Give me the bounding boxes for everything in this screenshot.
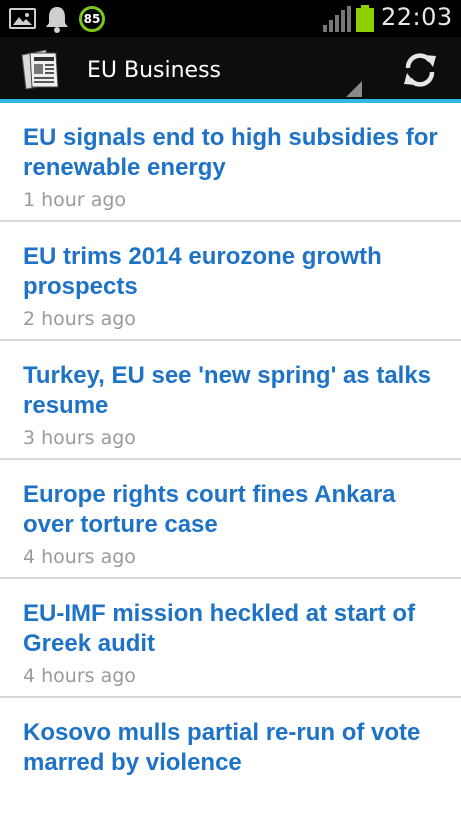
news-list: EU signals end to high subsidies for ren… [0,103,461,817]
section-spinner-title[interactable]: EU Business [87,58,221,83]
gallery-icon [9,8,36,29]
status-bar: 85 22:03 [0,0,461,37]
news-headline[interactable]: Turkey, EU see 'new spring' as talks res… [23,361,448,421]
news-headline[interactable]: EU signals end to high subsidies for ren… [23,123,448,183]
list-item[interactable]: Turkey, EU see 'new spring' as talks res… [0,341,461,460]
signal-icon [323,6,351,36]
badge-icon: 85 [79,6,105,32]
news-timestamp: 1 hour ago [23,189,127,211]
news-timestamp: 2 hours ago [23,308,136,330]
list-item[interactable]: EU-IMF mission heckled at start of Greek… [0,579,461,698]
list-item[interactable]: EU signals end to high subsidies for ren… [0,103,461,222]
notification-bell-icon [44,5,70,37]
newspaper-app-icon[interactable] [18,47,64,91]
news-timestamp: 3 hours ago [23,427,136,449]
news-timestamp: 4 hours ago [23,665,136,687]
news-headline[interactable]: EU trims 2014 eurozone growth prospects [23,242,448,302]
refresh-icon[interactable] [400,50,440,90]
news-headline[interactable]: Europe rights court fines Ankara over to… [23,480,448,540]
list-item[interactable]: Kosovo mulls partial re-run of vote marr… [0,698,461,817]
news-headline[interactable]: Kosovo mulls partial re-run of vote marr… [23,718,448,778]
action-bar: EU Business [0,37,461,103]
list-item[interactable]: EU trims 2014 eurozone growth prospects … [0,222,461,341]
news-timestamp: 4 hours ago [23,546,136,568]
clock: 22:03 [381,3,453,31]
list-item[interactable]: Europe rights court fines Ankara over to… [0,460,461,579]
spinner-indicator-icon[interactable] [346,81,362,97]
news-headline[interactable]: EU-IMF mission heckled at start of Greek… [23,599,448,659]
battery-icon [356,5,374,32]
